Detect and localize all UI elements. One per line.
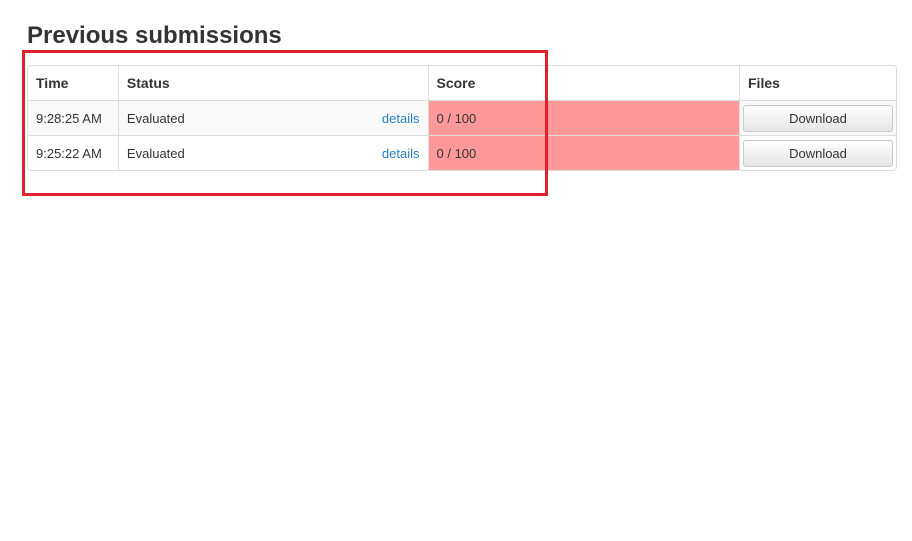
submission-time: 9:28:25 AM	[28, 100, 119, 136]
submission-files-cell: Download	[739, 135, 896, 170]
submissions-table: Time Status Score Files 9:28:25 AM Evalu…	[28, 66, 896, 170]
details-link[interactable]: details	[382, 146, 420, 161]
download-button[interactable]: Download	[743, 104, 893, 132]
details-link[interactable]: details	[382, 111, 420, 126]
header-time: Time	[28, 66, 119, 101]
submission-status-cell: Evaluated details	[117, 135, 428, 170]
submission-score: 0 / 100	[427, 135, 740, 170]
table-row: 9:28:25 AM Evaluated details 0 / 100 Dow…	[28, 100, 896, 136]
page: Previous submissions Time Status Score F…	[0, 0, 912, 541]
submissions-table-container: Time Status Score Files 9:28:25 AM Evalu…	[27, 65, 897, 171]
submission-status-cell: Evaluated details	[117, 100, 428, 136]
submission-status: Evaluated	[126, 110, 185, 126]
submission-status: Evaluated	[126, 145, 185, 161]
submission-score: 0 / 100	[427, 100, 740, 136]
submission-files-cell: Download	[739, 100, 896, 136]
table-row: 9:25:22 AM Evaluated details 0 / 100 Dow…	[28, 135, 896, 170]
submission-time: 9:25:22 AM	[28, 135, 119, 170]
download-button[interactable]: Download	[743, 139, 893, 167]
header-status: Status	[117, 66, 428, 101]
header-score: Score	[427, 66, 740, 101]
header-files: Files	[739, 66, 896, 101]
table-header-row: Time Status Score Files	[28, 66, 896, 101]
page-title: Previous submissions	[27, 22, 282, 49]
